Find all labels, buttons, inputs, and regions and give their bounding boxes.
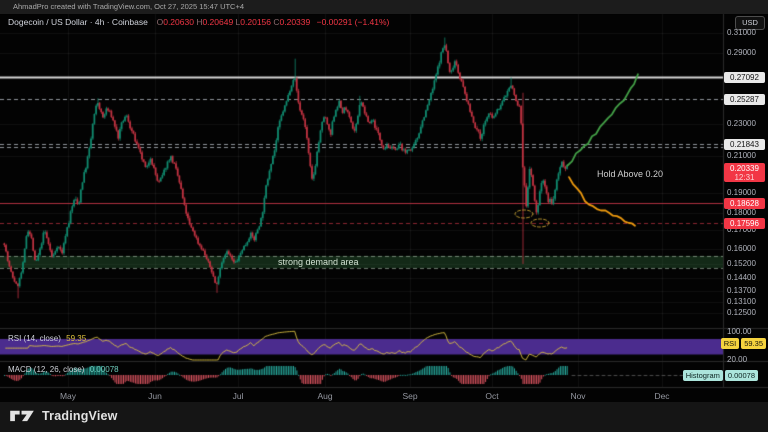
ohlc-value: 0.20339 xyxy=(279,17,313,27)
ohlc-values: O0.20630 H0.20649 L0.20156 C0.20339 xyxy=(157,17,313,27)
time-axis-month-label: Jul xyxy=(232,391,244,401)
price-axis-tick: 0.31000 xyxy=(727,28,756,37)
histogram-tag-label: Histogram xyxy=(682,370,723,381)
histogram-tag-value: 0.00078 xyxy=(724,370,758,381)
macd-pane-legend[interactable]: MACD (12, 26, close) 0.00078 xyxy=(8,365,119,374)
time-axis-month-label: Dec xyxy=(654,391,670,401)
ohlc-value: 0.20156 xyxy=(240,17,274,27)
price-axis-tick: 0.13100 xyxy=(727,297,756,306)
alert-level-label: 0.17596 xyxy=(724,217,765,229)
price-axis-tick: 0.18000 xyxy=(727,208,756,217)
bar-countdown: 12:31 xyxy=(734,173,755,182)
rsi-pane-value: 59.35 xyxy=(66,334,87,343)
alert-level-label: 0.18628 xyxy=(724,197,765,209)
price-level-label: 0.21843 xyxy=(724,138,765,150)
tradingview-chart-window: AhmadPro created with TradingView.com, O… xyxy=(0,0,768,432)
price-level-label: 0.25287 xyxy=(724,93,765,105)
price-axis-tick: 0.12500 xyxy=(727,308,756,317)
time-axis-month-label: Aug xyxy=(317,391,333,401)
hold-above-annotation: Hold Above 0.20 xyxy=(597,169,664,179)
time-axis-month-label: Oct xyxy=(485,391,499,401)
price-axis-tick: 0.15200 xyxy=(727,259,756,268)
tradingview-logo-icon xyxy=(10,410,34,422)
branding-footer: TradingView xyxy=(0,402,768,432)
price-axis-tick: 0.19000 xyxy=(727,188,756,197)
current-price-label: 0.20339 12:31 xyxy=(724,163,765,182)
time-axis-month-label: Sep xyxy=(402,391,418,401)
rsi-tag-label: RSI xyxy=(720,338,740,349)
rsi-tag-value: 59.35 xyxy=(741,338,766,349)
price-axis-tick: 0.14400 xyxy=(727,273,756,282)
symbol-title[interactable]: Dogecoin / US Dollar · 4h · Coinbase xyxy=(8,17,148,27)
demand-zone-label: strong demand area xyxy=(278,257,359,267)
export-attribution-bar: AhmadPro created with TradingView.com, O… xyxy=(0,0,768,14)
time-axis-month-label: Jun xyxy=(148,391,162,401)
rsi-axis-tag: RSI 59.35 xyxy=(720,338,766,349)
macd-pane-value: 0.00078 xyxy=(89,365,119,374)
macd-axis-tag: Histogram 0.00078 xyxy=(682,370,758,381)
rsi-pane-title: RSI (14, close) xyxy=(8,334,61,343)
rsi-scale-label: 20.00 xyxy=(727,355,748,364)
time-axis-month-label: May xyxy=(59,391,77,401)
price-axis-tick: 0.29000 xyxy=(727,48,756,57)
macd-pane-title: MACD (12, 26, close) xyxy=(8,365,85,374)
price-axis-tick: 0.13700 xyxy=(727,286,756,295)
price-level-label: 0.27092 xyxy=(724,71,765,83)
symbol-legend[interactable]: Dogecoin / US Dollar · 4h · Coinbase O0.… xyxy=(8,17,389,27)
price-axis-tick: 0.23000 xyxy=(727,119,756,128)
rsi-scale-label: 100.00 xyxy=(727,327,752,336)
ohlc-value: 0.20630 xyxy=(163,17,197,27)
time-axis-month-label: Nov xyxy=(570,391,586,401)
ohlc-value: 0.20649 xyxy=(202,17,236,27)
tradingview-logo[interactable]: TradingView xyxy=(9,407,118,424)
price-axis-tick: 0.21000 xyxy=(727,151,756,160)
price-axis-tick: 0.16000 xyxy=(727,244,756,253)
rsi-pane-legend[interactable]: RSI (14, close) 59.35 xyxy=(8,334,86,343)
change-value: −0.00291 (−1.41%) xyxy=(316,17,390,27)
tradingview-wordmark: TradingView xyxy=(42,408,118,423)
